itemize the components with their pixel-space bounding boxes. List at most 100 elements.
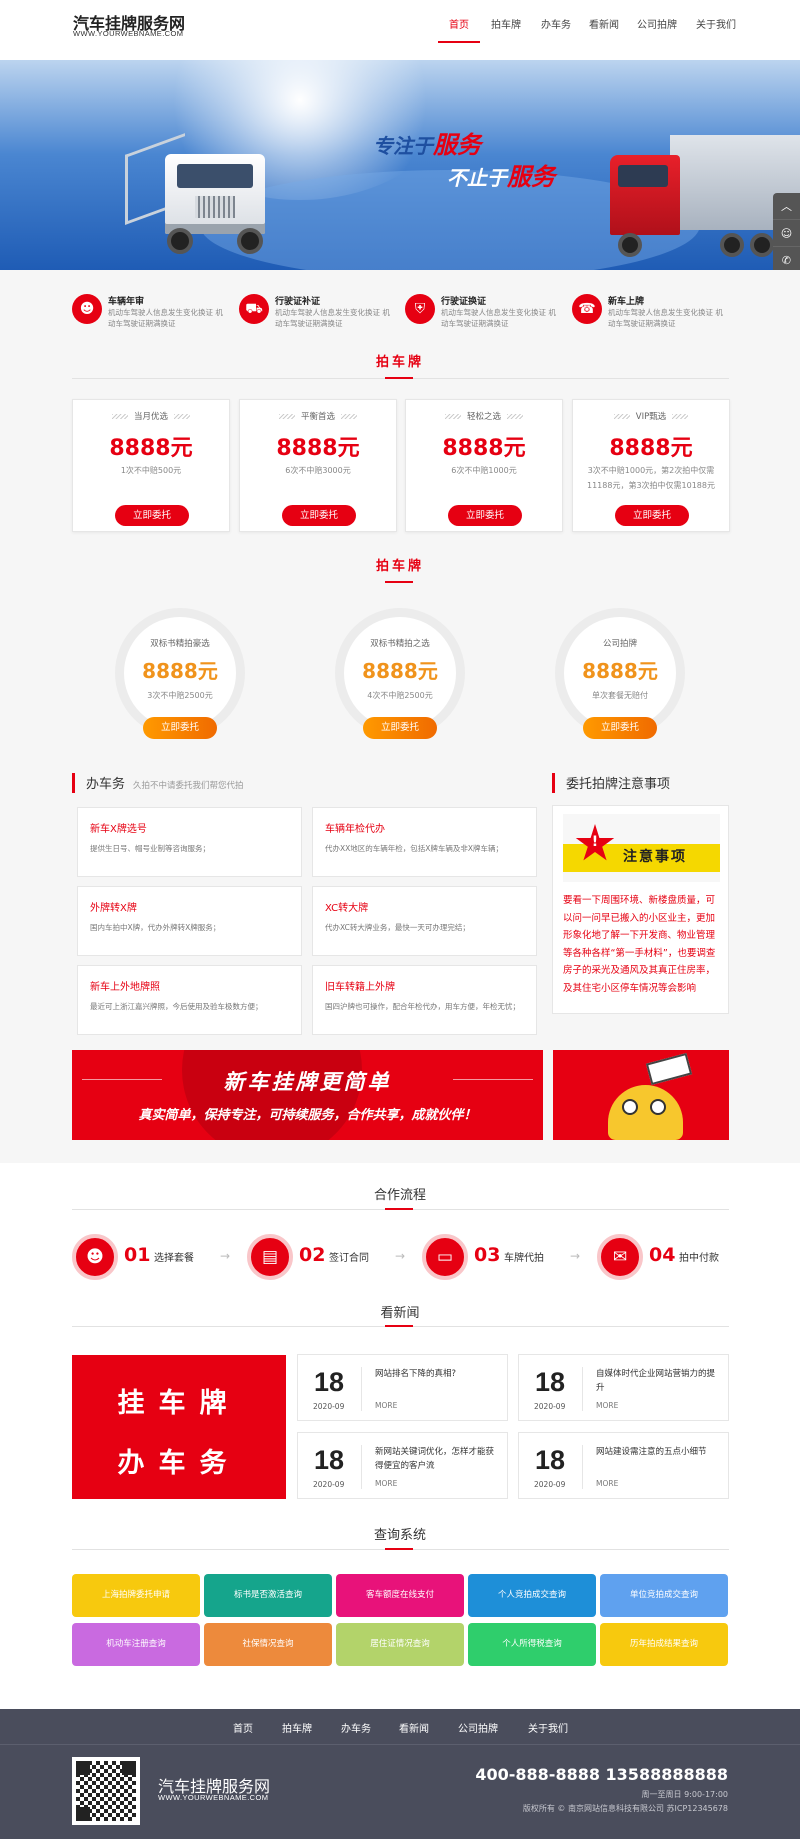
qr-code-icon <box>72 1757 140 1825</box>
query-button[interactable]: 机动车注册查询 <box>72 1623 200 1666</box>
entrust-button[interactable]: 立即委托 <box>615 505 689 526</box>
business-item-desc: 国内车拍中X牌，代办外牌转X牌服务； <box>90 923 221 932</box>
plan-label: 双标书精拍之选 <box>370 639 430 649</box>
footer-copyright: 版权所有 © 南京网站信息科技有限公司 苏ICP12345678 <box>522 1804 728 1813</box>
section-title-process: 合作流程 <box>373 1188 426 1203</box>
plan-price: 8888元 <box>276 436 360 461</box>
qq-icon[interactable]: ☺ <box>773 220 800 247</box>
service-license-reissue[interactable]: ⛟ 行驶证补证 机动车驾驶人信息发生变化换证 机动车驾驶证期满换证 <box>239 292 390 332</box>
news-item[interactable]: 18 2020-09 自媒体时代企业网站营销力的提升 MORE <box>518 1354 729 1421</box>
footer-nav-business[interactable]: 办车务 <box>341 1720 371 1735</box>
chevron-up-icon[interactable]: ︿ <box>773 193 800 220</box>
footer-nav-about[interactable]: 关于我们 <box>528 1720 568 1735</box>
entrust-button[interactable]: 立即委托 <box>583 717 657 739</box>
news-month: 2020-09 <box>534 1480 566 1489</box>
news-more-link[interactable]: MORE <box>375 1401 397 1410</box>
step-number: 02 <box>299 1244 326 1266</box>
plan-price: 8888元 <box>142 659 218 683</box>
hero-banner[interactable]: 专注于服务 不止于服务 <box>0 60 800 270</box>
news-item[interactable]: 18 2020-09 网站建设需注意的五点小细节 MORE <box>518 1432 729 1499</box>
sign-icon <box>645 1052 693 1086</box>
business-item-title: 旧车转籍上外牌 <box>325 982 395 993</box>
headset-icon: ☎ <box>572 294 602 324</box>
nav-plates[interactable]: 拍车牌 <box>480 16 532 43</box>
nav-news[interactable]: 看新闻 <box>580 16 628 43</box>
business-item-title: 外牌转X牌 <box>90 903 137 914</box>
footer-nav-home[interactable]: 首页 <box>233 1720 253 1735</box>
service-annual-inspection[interactable]: ☻ 车辆年审 机动车驾驶人信息发生变化换证 机动车驾驶证期满换证 <box>72 292 223 332</box>
plan-price: 8888元 <box>109 436 193 461</box>
title-underline <box>385 1548 413 1550</box>
step-number: 03 <box>474 1244 501 1266</box>
news-feature-block[interactable]: 挂车牌 办车务 <box>72 1355 286 1499</box>
payment-icon: ✉ <box>597 1234 643 1280</box>
news-more-link[interactable]: MORE <box>596 1401 618 1410</box>
document-icon: ▤ <box>247 1234 293 1280</box>
section-title-news: 看新闻 <box>380 1306 420 1321</box>
business-item[interactable]: 外牌转X牌 国内车拍中X牌，代办外牌转X牌服务； <box>77 886 302 956</box>
notice-heading: 委托拍牌注意事项 <box>552 773 670 793</box>
news-title: 网站排名下降的真相? <box>375 1369 457 1379</box>
service-desc: 机动车驾驶人信息发生变化换证 机动车驾驶证期满换证 <box>275 308 390 328</box>
query-button[interactable]: 社保情况查询 <box>204 1623 332 1666</box>
service-title: 车辆年审 <box>108 297 145 307</box>
business-item-desc: 提供生日号、帽号业制等咨询服务； <box>90 844 210 853</box>
car-mascot-icon <box>608 1085 683 1140</box>
query-button[interactable]: 标书是否激活查询 <box>204 1574 332 1617</box>
entrust-button[interactable]: 立即委托 <box>282 505 356 526</box>
group-icon: ☻ <box>72 1234 118 1280</box>
entrust-button[interactable]: 立即委托 <box>448 505 522 526</box>
business-item[interactable]: 新车X牌选号 提供生日号、帽号业制等咨询服务； <box>77 807 302 877</box>
car-icon: ⛟ <box>239 294 269 324</box>
news-more-link[interactable]: MORE <box>375 1479 397 1488</box>
business-item[interactable]: 车辆年检代办 代办XX地区的车辆年检，包括X牌车辆及非X牌车辆； <box>312 807 537 877</box>
promo-mascot[interactable] <box>553 1050 729 1140</box>
plan-price: 8888元 <box>442 436 526 461</box>
footer-nav-news[interactable]: 看新闻 <box>399 1720 429 1735</box>
plan-label: VIP甄选 <box>573 410 729 422</box>
plan-desc: 6次不中赔3000元 <box>285 466 351 475</box>
news-item[interactable]: 18 2020-09 网站排名下降的真相? MORE <box>297 1354 508 1421</box>
business-item[interactable]: 新车上外地牌照 最近可上浙江嘉兴牌照，今后使用及验车极数方便； <box>77 965 302 1035</box>
nav-home[interactable]: 首页 <box>438 16 480 43</box>
entrust-button[interactable]: 立即委托 <box>363 717 437 739</box>
news-month: 2020-09 <box>534 1402 566 1411</box>
query-button[interactable]: 居住证情况查询 <box>336 1623 464 1666</box>
nav-business[interactable]: 办车务 <box>532 16 580 43</box>
plan-card: 平衡首选 8888元 6次不中赔3000元 立即委托 <box>239 399 397 532</box>
logo-subtitle: WWW.YOURWEBNAME.COM <box>73 29 184 38</box>
news-month: 2020-09 <box>313 1402 345 1411</box>
entrust-button[interactable]: 立即委托 <box>143 717 217 739</box>
laptop-icon: ▭ <box>422 1234 468 1280</box>
plan-desc: 3次不中赔1000元，第2次拍中仅需11188元，第3次拍中仅需10188元 <box>587 466 715 490</box>
plan-desc: 单次套餐无赔付 <box>592 691 648 700</box>
nav-company[interactable]: 公司拍牌 <box>628 16 686 43</box>
promo-banner[interactable]: 新车挂牌更简单 真实简单，保持专注，可持续服务，合作共享，成就伙伴！ <box>72 1050 543 1140</box>
query-button[interactable]: 客车额度在线支付 <box>336 1574 464 1617</box>
shield-icon: ⛨ <box>405 294 435 324</box>
query-button[interactable]: 上海拍牌委托申请 <box>72 1574 200 1617</box>
plan-label: 双标书精拍豪选 <box>150 639 210 649</box>
business-item-desc: 代办XC转大牌业务，最快一天可办理完结； <box>325 923 470 932</box>
footer-nav: 首页 拍车牌 办车务 看新闻 公司拍牌 关于我们 <box>0 1709 800 1745</box>
business-item-desc: 国四沪牌也可操作，配合年检代办，用车方便，年检无忧； <box>325 1002 520 1011</box>
news-more-link[interactable]: MORE <box>596 1479 618 1488</box>
feature-line-1: 挂车牌 <box>117 1388 241 1419</box>
query-button[interactable]: 个人竞拍成交查询 <box>468 1574 596 1617</box>
query-button[interactable]: 个人所得税查询 <box>468 1623 596 1666</box>
query-button[interactable]: 历年拍成结果查询 <box>600 1623 728 1666</box>
business-item[interactable]: XC转大牌 代办XC转大牌业务，最快一天可办理完结； <box>312 886 537 956</box>
service-license-renewal[interactable]: ⛨ 行驶证换证 机动车驾驶人信息发生变化换证 机动车驾驶证期满换证 <box>405 292 556 332</box>
nav-about[interactable]: 关于我们 <box>686 16 746 43</box>
business-item[interactable]: 旧车转籍上外牌 国四沪牌也可操作，配合年检代办，用车方便，年检无忧； <box>312 965 537 1035</box>
news-item[interactable]: 18 2020-09 新网站关键词优化，怎样才能获得便宜的客户流 MORE <box>297 1432 508 1499</box>
plan-label: 轻松之选 <box>406 410 562 422</box>
query-button[interactable]: 单位竞拍成交查询 <box>600 1574 728 1617</box>
footer-nav-company[interactable]: 公司拍牌 <box>458 1720 498 1735</box>
service-new-plate[interactable]: ☎ 新车上牌 机动车驾驶人信息发生变化换证 机动车驾驶证期满换证 <box>572 292 723 332</box>
footer-nav-plates[interactable]: 拍车牌 <box>282 1720 312 1735</box>
footer-hours: 周一至周日 9:00-17:00 <box>641 1790 728 1799</box>
title-underline <box>385 1325 413 1327</box>
banner-slogan-2: 不止于服务 <box>447 163 555 191</box>
entrust-button[interactable]: 立即委托 <box>115 505 189 526</box>
